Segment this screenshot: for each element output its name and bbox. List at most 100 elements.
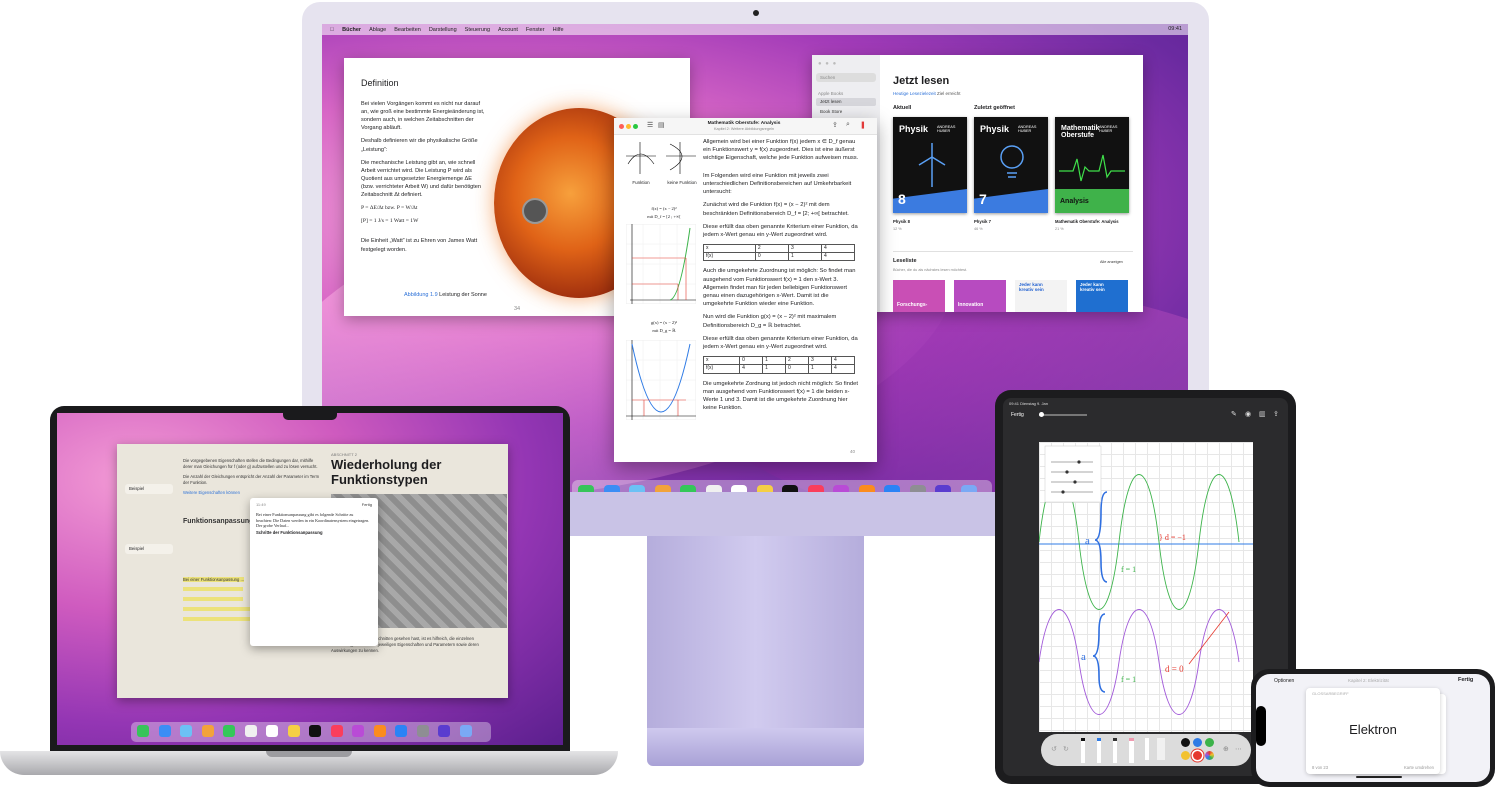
dock-app-icon[interactable] [137, 725, 149, 737]
example-tab[interactable]: Beispiel [125, 544, 173, 554]
highlight-mark[interactable] [183, 596, 243, 601]
dock-app-icon[interactable] [884, 485, 900, 492]
dock-app-icon[interactable] [180, 725, 192, 737]
marker-tool-icon[interactable] [1097, 738, 1101, 763]
ruler-tool-icon[interactable] [1157, 738, 1165, 760]
bookmark-icon[interactable]: ❚ [860, 121, 866, 129]
menu-item[interactable]: Darstellung [429, 27, 457, 33]
trash-icon[interactable]: ▥ [1259, 410, 1266, 418]
menu-item[interactable]: Bücher [342, 27, 361, 33]
dock-app-icon[interactable] [782, 485, 798, 492]
settings-icon[interactable]: ◉ [1245, 410, 1251, 418]
dock-app-icon[interactable] [705, 485, 722, 492]
pencil-tool-icon[interactable] [1113, 738, 1117, 763]
dock-app-icon[interactable] [909, 485, 926, 492]
dock-app-icon[interactable] [680, 485, 696, 492]
menu-item[interactable]: Ablage [369, 27, 386, 33]
dock-app-icon[interactable] [807, 485, 824, 492]
dock-app-icon[interactable] [833, 485, 849, 492]
readlist-book[interactable]: Jeder kann kreativ sein [1076, 280, 1128, 312]
dock-app-icon[interactable] [935, 485, 951, 492]
menu-item[interactable]: Fenster [526, 27, 545, 33]
close-icon[interactable] [619, 124, 624, 129]
menu-item[interactable]: Account [498, 27, 518, 33]
dock-app-icon[interactable] [330, 725, 343, 737]
show-all-link[interactable]: Alle anzeigen [1100, 260, 1123, 264]
readlist-book[interactable]: Forschungs- [893, 280, 945, 312]
dock-app-icon[interactable] [201, 725, 214, 737]
search-icon[interactable]: ⌕ [846, 121, 850, 129]
sidebar-item-book-store[interactable]: Book Store [816, 108, 876, 116]
home-indicator[interactable] [1356, 776, 1402, 778]
reading-goal-link[interactable]: Heutige Lesezielezeit [893, 91, 936, 96]
color-black[interactable] [1181, 738, 1190, 747]
apple-icon[interactable]:  [330, 27, 334, 33]
dock-app-icon[interactable] [731, 485, 747, 492]
page-slider[interactable] [1039, 412, 1087, 417]
dock-app-icon[interactable] [158, 725, 171, 737]
note-popup[interactable]: 11:49 Fertig Bei einer Funktionsanpassun… [250, 498, 378, 646]
annotation-bubble-icon[interactable] [522, 198, 548, 224]
color-blue[interactable] [1193, 738, 1202, 747]
lasso-tool-icon[interactable] [1145, 738, 1149, 760]
minimize-icon[interactable] [626, 124, 631, 129]
readlist-book[interactable]: Jeder kann kreativ sein [1015, 280, 1067, 312]
more-icon[interactable]: ⋯ [1235, 745, 1242, 753]
redo-icon[interactable]: ↻ [1063, 745, 1069, 753]
options-button[interactable]: Optionen [1274, 678, 1294, 684]
list-icon[interactable]: ☰ [647, 121, 653, 129]
library-icon[interactable]: ▤ [658, 121, 665, 129]
dock-app-icon[interactable] [352, 725, 364, 737]
eraser-tool-icon[interactable] [1129, 738, 1134, 763]
dock-app-icon[interactable] [629, 485, 645, 492]
color-yellow[interactable] [1181, 751, 1190, 760]
flip-card-button[interactable]: Karte umdrehen [1404, 765, 1434, 770]
dock-app-icon[interactable] [578, 485, 594, 492]
dock-app-icon[interactable] [459, 725, 472, 737]
sidebar-item-reading-now[interactable]: Jetzt lesen [816, 98, 876, 106]
share-icon[interactable]: ⇪ [1273, 410, 1279, 418]
zoom-icon[interactable] [633, 124, 638, 129]
dock-app-icon[interactable] [603, 485, 620, 492]
search-input[interactable]: Suchen [816, 73, 876, 82]
note-body[interactable]: Bei einer Funktionsanpassung gibt es fol… [256, 512, 370, 529]
pen-tool-icon[interactable] [1081, 738, 1085, 763]
done-button[interactable]: Fertig [1011, 412, 1024, 418]
dock-app-icon[interactable] [287, 725, 300, 737]
menu-item[interactable]: Steuerung [465, 27, 490, 33]
menu-item[interactable]: Hilfe [553, 27, 564, 33]
dock-app-icon[interactable] [654, 485, 671, 492]
readlist-book[interactable]: Innovation [954, 280, 1006, 312]
done-button[interactable]: Fertig [1458, 677, 1473, 683]
dock-app-icon[interactable] [266, 725, 278, 737]
reading-goal[interactable]: Heutige Lesezielezeit Ziel erreicht [893, 91, 961, 96]
menubar-clock[interactable]: 09:41 [1168, 26, 1182, 32]
dock-app-icon[interactable] [244, 725, 257, 737]
dock-app-icon[interactable] [858, 485, 875, 492]
dock-app-icon[interactable] [309, 725, 321, 737]
menu-item[interactable]: Bearbeiten [394, 27, 421, 33]
book-cover-physik-8[interactable]: Physik ANDREAS HUBER 8 [893, 117, 967, 213]
dock-app-icon[interactable] [438, 725, 450, 737]
slider-knob[interactable] [1039, 412, 1044, 417]
window-controls-icon[interactable]: ● ● ● [818, 61, 837, 67]
color-picker-icon[interactable] [1205, 751, 1214, 760]
dock-app-icon[interactable] [223, 725, 235, 737]
undo-icon[interactable]: ↺ [1051, 745, 1057, 753]
book-cover-mathematik[interactable]: Mathematik Oberstufe ANDREAS HUBER Analy… [1055, 117, 1129, 213]
note-done-button[interactable]: Fertig [362, 502, 372, 507]
color-red[interactable] [1193, 751, 1202, 760]
dock-app-icon[interactable] [395, 725, 407, 737]
share-icon[interactable]: ⇪ [832, 121, 838, 129]
highlighted-text[interactable]: Bei einer Funktionsanpassung ... [183, 577, 244, 583]
color-green[interactable] [1205, 738, 1214, 747]
dock-app-icon[interactable] [756, 485, 773, 492]
dock-app-icon[interactable] [373, 725, 386, 737]
flashcard[interactable]: GLOSSARBEGRIFF Elektron 8 von 23 Karte u… [1306, 688, 1440, 774]
figure-ref-link[interactable]: Abbildung 1.9 [404, 292, 438, 298]
markup-icon[interactable]: ✎ [1231, 410, 1237, 418]
dock-app-icon[interactable] [416, 725, 429, 737]
highlight-mark[interactable] [183, 587, 243, 592]
book-cover-physik-7[interactable]: Physik ANDREAS HUBER 7 [974, 117, 1048, 213]
example-tab[interactable]: Beispiel [125, 484, 173, 494]
